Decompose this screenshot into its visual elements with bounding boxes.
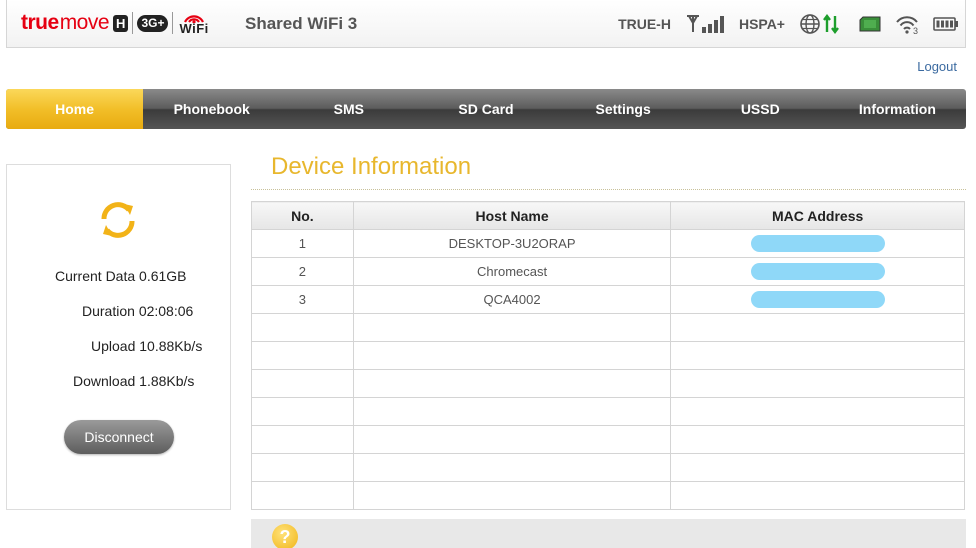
empty-table-row	[251, 341, 965, 370]
cell-mac-address	[670, 257, 965, 286]
help-icon[interactable]: ?	[272, 524, 298, 548]
cell-no: 3	[251, 285, 354, 314]
logo-wifi: WiFi	[179, 12, 208, 35]
column-header-no: No.	[251, 201, 354, 230]
logo-divider	[132, 12, 134, 34]
logo-h-badge: H	[113, 14, 129, 32]
download-label: Download	[73, 373, 136, 389]
mac-redaction	[750, 291, 885, 309]
status-area: TRUE-H HSPA+ 3	[618, 10, 959, 38]
globe-icon	[799, 13, 821, 35]
nav-item-sms[interactable]: SMS	[280, 89, 417, 129]
title-divider	[251, 189, 966, 190]
duration-label: Duration	[82, 303, 135, 319]
nav-item-home[interactable]: Home	[6, 89, 144, 129]
duration-value: 02:08:06	[138, 303, 194, 319]
download-row: Download 1.88Kb/s	[73, 373, 194, 389]
column-header-host-name: Host Name	[352, 201, 672, 230]
download-value: 1.88Kb/s	[139, 373, 195, 389]
cell-host-name: DESKTOP-3U2ORAP	[352, 229, 672, 258]
page-title: Device Information	[271, 153, 472, 180]
empty-table-row	[251, 313, 965, 342]
upload-label: Upload	[91, 338, 136, 354]
empty-table-row	[251, 481, 965, 510]
nav-item-ussd[interactable]: USSD	[692, 89, 829, 129]
sim-card-icon	[859, 16, 881, 32]
nav-item-settings[interactable]: Settings	[555, 89, 692, 129]
cell-no: 1	[251, 229, 354, 258]
table-header-row: No. Host Name MAC Address	[251, 201, 965, 230]
cell-host-name: Chromecast	[352, 257, 672, 286]
nav-item-phonebook[interactable]: Phonebook	[143, 89, 280, 129]
logo-3g-badge: 3G+	[137, 14, 169, 32]
cell-no: 2	[251, 257, 354, 286]
battery-icon	[933, 16, 959, 32]
operator-name: TRUE-H	[618, 16, 671, 32]
cell-mac-address	[670, 229, 965, 258]
empty-table-row	[251, 453, 965, 482]
upload-row: Upload 10.88Kb/s	[91, 338, 202, 354]
nav-item-information[interactable]: Information	[829, 89, 966, 129]
table-row: 3 QCA4002	[251, 285, 965, 314]
current-data-row: Current Data 0.61GB	[55, 268, 187, 284]
signal-bars-icon	[685, 14, 727, 34]
main-nav: Home Phonebook SMS SD Card Settings USSD…	[6, 89, 966, 129]
banner-title: Shared WiFi 3	[245, 14, 358, 33]
empty-table-row	[251, 397, 965, 426]
disconnect-button[interactable]: Disconnect	[64, 420, 174, 454]
table-row: 1 DESKTOP-3U2ORAP	[251, 229, 965, 258]
table-row: 2 Chromecast	[251, 257, 965, 286]
logo-wifi-text: WiFi	[179, 20, 209, 36]
connection-panel: Current Data 0.61GB Duration 02:08:06 Up…	[6, 164, 231, 510]
logo-divider	[172, 12, 174, 34]
data-arrows-icon	[823, 14, 839, 34]
refresh-icon[interactable]	[97, 200, 139, 245]
current-data-label: Current Data	[55, 268, 136, 284]
empty-table-row	[251, 369, 965, 398]
empty-table-row	[251, 425, 965, 454]
top-banner: true move H 3G+ WiFi Shared WiFi 3 TRUE-…	[6, 0, 966, 48]
wifi-icon: 3	[895, 13, 921, 35]
mac-redaction	[750, 263, 885, 281]
column-header-mac-address: MAC Address	[670, 201, 965, 230]
truemove-logo: true move H 3G+ WiFi	[21, 10, 209, 36]
duration-row: Duration 02:08:06	[82, 303, 193, 319]
logo-move-text: move	[59, 11, 110, 34]
current-data-value: 0.61GB	[139, 268, 187, 284]
cell-mac-address	[670, 285, 965, 314]
logout-link[interactable]: Logout	[917, 59, 957, 74]
cell-host-name: QCA4002	[352, 285, 672, 314]
help-bar: ?	[251, 519, 966, 548]
nav-item-sd-card[interactable]: SD Card	[417, 89, 554, 129]
logo-true-text: true	[21, 11, 59, 34]
network-type: HSPA+	[738, 16, 785, 32]
mac-redaction	[750, 235, 885, 253]
wifi-client-count: 3	[913, 26, 918, 35]
router-admin-page: true move H 3G+ WiFi Shared WiFi 3 TRUE-…	[0, 0, 976, 548]
device-table: No. Host Name MAC Address 1 DESKTOP-3U2O…	[251, 201, 965, 510]
upload-value: 10.88Kb/s	[139, 338, 203, 354]
